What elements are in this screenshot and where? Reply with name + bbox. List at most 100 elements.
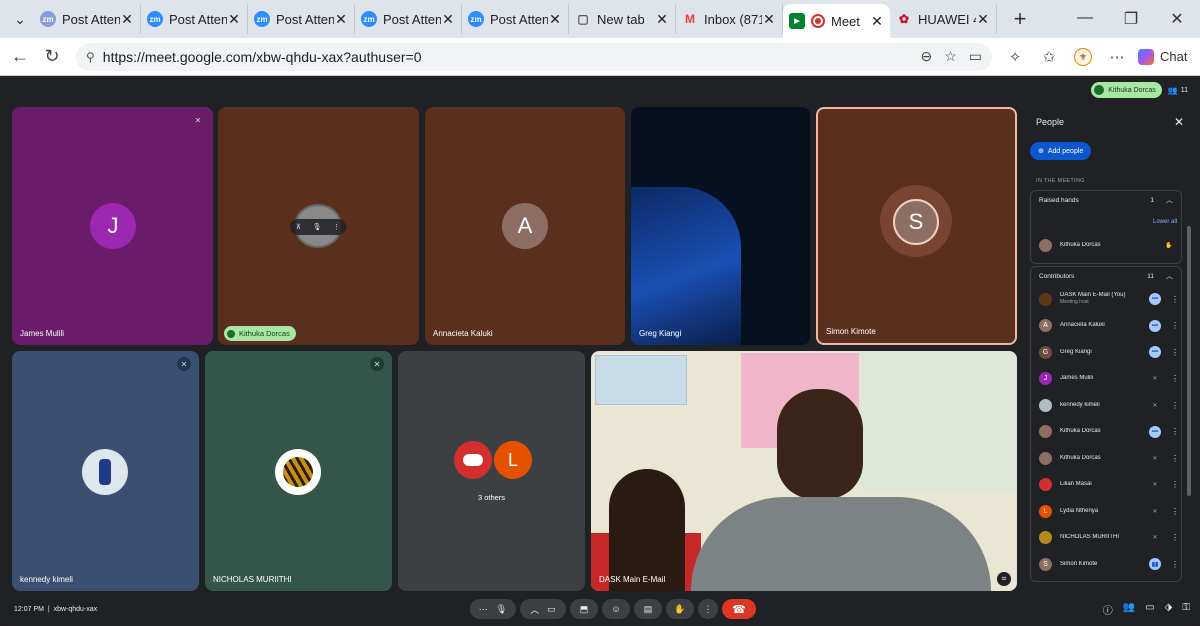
mic-off-icon[interactable]: ✕ [1149,399,1161,411]
close-icon[interactable]: ✕ [334,11,348,28]
tile-3-others[interactable]: L 3 others [398,351,585,591]
audio-level-icon[interactable]: ••• [1149,293,1161,305]
more-vert-icon[interactable]: ⋮ [1171,427,1179,436]
tile-simon-kimote[interactable]: S Simon Kimote [816,107,1017,345]
close-icon[interactable]: ✕ [655,11,669,28]
more-vert-icon[interactable]: ⋮ [1171,454,1179,463]
contributor-row[interactable]: J James Mulili ✕ ⋮ [1039,369,1179,389]
close-icon[interactable]: ✕ [548,11,562,28]
tile-kithuka-dorcas[interactable]: ⊼ 🎙 ⋮ Kithuka Dorcas [218,107,419,345]
add-people-button[interactable]: ⊕ Add people [1030,142,1092,160]
contributor-row[interactable]: DASK Main E-Mail (You) Meeting host ••• ⋮ [1039,289,1179,309]
raise-hand-button[interactable]: ✋ [666,599,694,619]
contributor-row[interactable]: NICHOLAS MURIITHI ✕ ⋮ [1039,528,1179,548]
audio-level-icon[interactable]: ••• [1149,425,1161,438]
tile-annacieta-kaluki[interactable]: A Annacieta Kaluki [425,107,625,345]
restore-icon[interactable]: ❐ [1108,9,1154,29]
contributor-row[interactable]: S Simon Kimote ▮▮ ⋮ [1039,554,1179,574]
info-icon[interactable]: ⓘ [1103,602,1113,617]
camera-in-use-icon[interactable]: ▭ [969,48,982,65]
present-button[interactable]: ⬒ [570,599,598,619]
people-icon[interactable]: 👥 [1123,602,1135,617]
new-tab-plus-icon[interactable]: + [1005,6,1035,32]
minimize-icon[interactable]: — [1062,9,1108,29]
close-icon[interactable]: ✕ [227,11,241,28]
more-vert-icon[interactable]: ⋮ [1171,480,1179,489]
window-close-icon[interactable]: ✕ [1154,9,1200,29]
site-info-icon[interactable]: ⚲ [86,50,95,64]
panel-scrollbar[interactable] [1187,226,1191,496]
copilot-chat-button[interactable]: Chat [1138,48,1187,65]
pin-icon[interactable]: ⊼ [296,223,301,231]
contributor-row[interactable]: G Greg Kiangi ••• ⋮ [1039,342,1179,362]
close-icon[interactable]: ✕ [1174,115,1184,129]
tab-zoom-5[interactable]: zm Post Attend✕ [462,4,569,34]
mic-button[interactable]: ⋯ 🎙 [470,599,516,619]
raised-hands-header[interactable]: Raised hands 1 ︿ [1031,191,1181,209]
tab-huawei[interactable]: ✿ HUAWEI 4G✕ [890,4,997,34]
mic-off-icon[interactable]: ✕ [1149,532,1161,544]
tile-kennedy-kimeli[interactable]: ✕ kennedy kimeli [12,351,199,591]
tab-zoom-1[interactable]: zm Post Attend✕ [34,4,141,34]
more-vert-icon[interactable]: ⋮ [1171,321,1179,330]
zoom-out-icon[interactable]: ⊖ [920,48,932,65]
more-vert-icon[interactable]: ⋮ [1171,348,1179,357]
lower-all-button[interactable]: Lower all [1153,219,1177,225]
close-icon[interactable]: ✕ [976,11,990,28]
tab-gmail[interactable]: M Inbox (871 ✕ [676,4,783,34]
contributor-row[interactable]: kennedy kimeli ✕ ⋮ [1039,395,1179,415]
tab-search-chevron-icon[interactable]: ⌄ [6,5,34,33]
audio-level-icon[interactable]: ▮▮ [1149,558,1161,570]
more-vert-icon[interactable]: ⋮ [1171,507,1179,516]
extensions-icon[interactable]: ✧ [998,48,1032,66]
favorites-icon[interactable]: ✩ [1032,48,1066,66]
crop-frame-icon[interactable]: ⌗ [997,572,1011,586]
contributor-row[interactable]: L Lydia Nthenya ✕ ⋮ [1039,501,1179,521]
more-options-button[interactable]: ⋮ [698,599,718,619]
tab-zoom-3[interactable]: zm Post Attend✕ [248,4,355,34]
mic-icon[interactable]: 🎙 [313,223,322,231]
back-arrow-icon[interactable]: ← [4,46,36,67]
host-controls-icon[interactable]: ⚿ [1182,602,1190,617]
close-icon[interactable]: ✕ [762,11,776,28]
mic-off-icon[interactable]: ✕ [1149,373,1161,385]
chat-icon[interactable]: ▭ [1145,602,1154,617]
more-vert-icon[interactable]: ⋮ [1171,295,1179,304]
audio-level-icon[interactable]: ••• [1149,319,1161,332]
more-vert-icon[interactable]: ⋮ [1171,533,1179,542]
favorite-star-icon[interactable]: ☆ [944,48,957,65]
tab-zoom-2[interactable]: zm Post Attend✕ [141,4,248,34]
camera-button[interactable]: ︿ ▭ [520,599,566,619]
profile-avatar[interactable]: ⚜ [1066,47,1100,66]
tab-new-tab[interactable]: ▢ New tab ✕ [569,4,676,34]
leave-call-button[interactable]: ☎ [722,599,756,619]
more-vert-icon[interactable]: ⋮ [333,223,340,231]
mic-off-icon[interactable]: ✕ [1149,479,1161,491]
mic-off-icon[interactable]: ✕ [1149,452,1161,464]
tile-nicholas-muriithi[interactable]: ✕ NICHOLAS MURIITHI [205,351,392,591]
more-vert-icon[interactable]: ⋮ [1171,401,1179,410]
contributors-header[interactable]: Contributors 11 ︿ [1031,267,1181,285]
url-field[interactable]: ⚲ https://meet.google.com/xbw-qhdu-xax?a… [76,42,992,71]
contributor-row[interactable]: Kithuka Dorcas ••• ⋮ [1039,422,1179,442]
chevron-up-icon[interactable]: ︿ [1166,271,1173,281]
tab-meet[interactable]: ▶ Meet ✕ [783,4,890,38]
reload-icon[interactable]: ↻ [36,46,68,67]
close-icon[interactable]: ✕ [441,11,455,28]
mic-off-icon[interactable]: ✕ [1149,505,1161,517]
captions-button[interactable]: ▤ [634,599,662,619]
contributor-row[interactable]: A Annacieta Kaluki ••• ⋮ [1039,316,1179,336]
tile-greg-kiangi[interactable]: Greg Kiangi [631,107,810,345]
more-vert-icon[interactable]: ⋮ [1171,560,1179,569]
more-vert-icon[interactable]: ⋮ [1171,374,1179,383]
reactions-button[interactable]: ☺ [602,599,630,619]
tile-james-mulili[interactable]: ✕ J James Mulili [12,107,213,345]
contributor-row[interactable]: Kithuka Dorcas ✕ ⋮ [1039,448,1179,468]
raised-hand-row[interactable]: Kithuka Dorcas ✋ [1039,235,1179,255]
tile-dask-main-email[interactable]: DASK Main E-Mail ⌗ [591,351,1017,591]
more-menu-icon[interactable]: ⋯ [1100,48,1134,66]
tab-zoom-4[interactable]: zm Post Attend✕ [355,4,462,34]
chevron-up-icon[interactable]: ︿ [1166,195,1173,205]
raised-hand-icon[interactable]: ✋ [1163,239,1175,251]
contributor-row[interactable]: Lilian Masai ✕ ⋮ [1039,475,1179,495]
